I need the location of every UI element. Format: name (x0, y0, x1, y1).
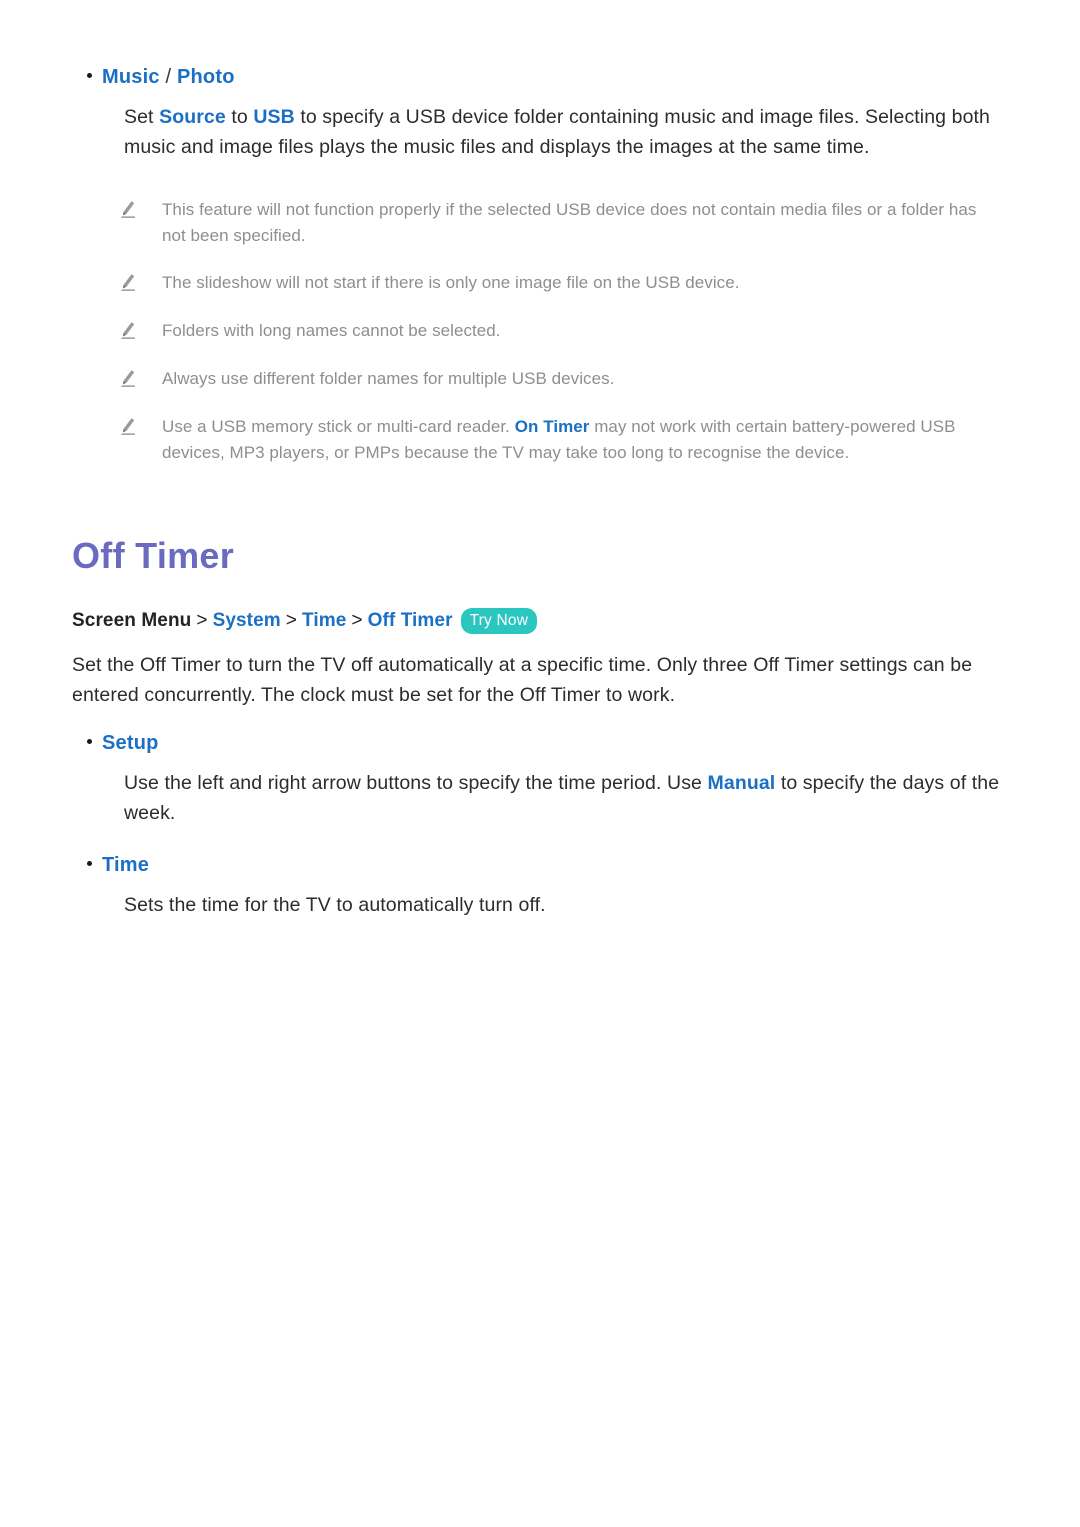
paragraph-music-photo: Set Source to USB to specify a USB devic… (124, 102, 1000, 162)
bullet-term-time: Time (102, 854, 150, 876)
note-item: This feature will not function properly … (72, 197, 1000, 249)
note-item: The slideshow will not start if there is… (72, 270, 1000, 297)
try-now-badge[interactable]: Try Now (460, 607, 538, 635)
note-text: Folders with long names cannot be select… (162, 321, 501, 340)
document-page: Music / Photo Set Source to USB to speci… (0, 0, 1080, 1527)
term-photo: Photo (176, 66, 235, 88)
breadcrumb-item-system[interactable]: System (213, 606, 281, 636)
breadcrumb-separator: > (196, 610, 208, 631)
pencil-icon (120, 197, 162, 224)
bullet-term-music-photo: Music / Photo (102, 62, 235, 92)
note-item: Folders with long names cannot be select… (72, 318, 1000, 345)
note-item-on-timer: Use a USB memory stick or multi-card rea… (72, 414, 1000, 466)
setup-text-1: Use the left and right arrow buttons to … (124, 772, 708, 794)
breadcrumb: Screen Menu > System > Time > Off Timer … (72, 606, 1000, 636)
breadcrumb-item-off-timer[interactable]: Off Timer (368, 606, 453, 636)
breadcrumb-item-time[interactable]: Time (302, 606, 346, 636)
list-item-setup: Setup (72, 728, 1000, 758)
note-item: Always use different folder names for mu… (72, 366, 1000, 393)
note-text: The slideshow will not start if there is… (162, 273, 740, 292)
bullet-dot-icon (72, 850, 102, 866)
keyword-source: Source (159, 106, 226, 128)
keyword-manual: Manual (707, 772, 776, 794)
paragraph-off-timer-intro: Set the Off Timer to turn the TV off aut… (72, 654, 973, 706)
note-text: This feature will not function properly … (162, 200, 977, 245)
para-text-2: to (225, 106, 254, 128)
list-item-time: Time (72, 850, 1000, 880)
pencil-icon (120, 366, 162, 393)
pencil-icon (120, 270, 162, 297)
term-music: Music (102, 66, 160, 88)
paragraph-time: Sets the time for the TV to automaticall… (124, 894, 546, 916)
note-text-part1: Use a USB memory stick or multi-card rea… (162, 417, 515, 436)
term-separator: / (159, 66, 177, 88)
keyword-usb: USB (253, 106, 295, 128)
breadcrumb-root: Screen Menu (72, 610, 192, 631)
breadcrumb-separator: > (285, 610, 297, 631)
bullet-dot-icon (72, 62, 102, 78)
paragraph-setup: Use the left and right arrow buttons to … (124, 768, 1000, 828)
para-text-1: Set (124, 106, 160, 128)
keyword-on-timer: On Timer (514, 417, 590, 436)
page-title: Off Timer (72, 535, 235, 576)
note-text-on-timer: Use a USB memory stick or multi-card rea… (162, 414, 1000, 466)
bullet-dot-icon (72, 728, 102, 744)
list-item-music-photo: Music / Photo (72, 62, 1000, 92)
pencil-icon (120, 414, 162, 441)
pencil-icon (120, 318, 162, 345)
breadcrumb-separator: > (351, 610, 363, 631)
bullet-term-setup: Setup (102, 732, 159, 754)
note-text: Always use different folder names for mu… (162, 369, 615, 388)
